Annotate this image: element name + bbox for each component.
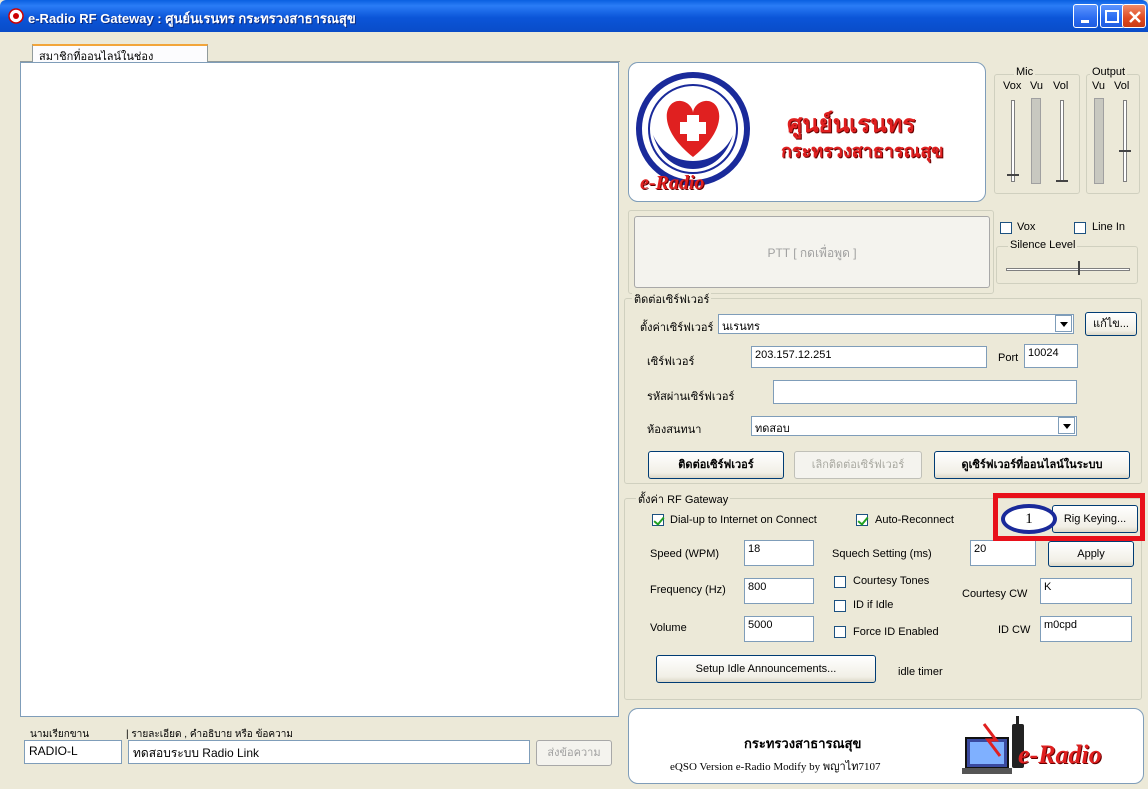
- silence-level-slider[interactable]: [1006, 268, 1130, 271]
- server-address-input[interactable]: 203.157.12.251: [751, 346, 987, 368]
- server-preset-select[interactable]: นเรนทร: [718, 314, 1074, 334]
- server-password-input[interactable]: [773, 380, 1077, 404]
- dialup-checkbox[interactable]: [652, 514, 664, 526]
- annotation-number-badge: 1: [1001, 504, 1057, 534]
- ptt-button[interactable]: PTT [ กดเพื่อพูด ]: [634, 216, 990, 288]
- output-vol-label: Vol: [1114, 80, 1130, 92]
- tab-online-members[interactable]: สมาชิกที่ออนไลน์ในช่อง: [32, 44, 208, 63]
- room-chevron-down-icon[interactable]: [1058, 417, 1075, 434]
- disconnect-server-button[interactable]: เลิกติดต่อเซิร์ฟเวอร์: [794, 451, 922, 479]
- silence-group: [996, 246, 1138, 284]
- dialup-label: Dial-up to Internet on Connect: [670, 514, 817, 526]
- volume-label: Volume: [650, 622, 687, 634]
- output-vu-label: Vu: [1092, 80, 1106, 92]
- room-select[interactable]: ทดสอบ: [751, 416, 1077, 436]
- minimize-icon: [1081, 20, 1089, 23]
- speed-label: Speed (WPM): [650, 548, 720, 560]
- output-volume-slider[interactable]: [1123, 100, 1127, 182]
- close-button[interactable]: [1122, 4, 1146, 28]
- silence-level-thumb[interactable]: [1074, 261, 1080, 275]
- idle-timer-label: idle timer: [898, 666, 943, 678]
- port-label: Port: [998, 352, 1019, 364]
- maximize-icon: [1105, 10, 1119, 23]
- logo-subtitle: กระทรวงสาธารณสุข: [781, 141, 944, 161]
- port-input[interactable]: 10024: [1024, 344, 1078, 368]
- courtesy-cw-input[interactable]: K: [1040, 578, 1132, 604]
- mic-vox-label: Vox: [1003, 80, 1022, 92]
- id-if-idle-label: ID if Idle: [853, 599, 894, 611]
- mic-label: Mic: [1014, 66, 1036, 78]
- id-cw-label: ID CW: [998, 624, 1031, 636]
- force-id-label: Force ID Enabled: [853, 626, 939, 638]
- courtesy-cw-label: Courtesy CW: [962, 588, 1028, 600]
- frequency-label: Frequency (Hz): [650, 584, 726, 596]
- output-label: Output: [1090, 66, 1128, 78]
- message-input[interactable]: ทดสอบระบบ Radio Link: [128, 740, 530, 764]
- footer-brand: e-Radio: [1018, 740, 1102, 769]
- linein-checkbox[interactable]: [1074, 222, 1086, 234]
- autoreconnect-label: Auto-Reconnect: [875, 514, 954, 526]
- vox-checkbox-label: Vox: [1017, 221, 1036, 233]
- server-password-label: รหัสผ่านเซิร์ฟเวอร์: [647, 391, 735, 403]
- callsign-input[interactable]: RADIO-L: [24, 740, 122, 764]
- rf-gateway-group-label: ตั้งค่า RF Gateway: [636, 490, 731, 508]
- chevron-down-icon[interactable]: [1055, 315, 1072, 332]
- volume-input[interactable]: 5000: [744, 616, 814, 642]
- mic-vu-label: Vu: [1030, 80, 1044, 92]
- id-if-idle-checkbox[interactable]: [834, 600, 846, 612]
- edit-server-button[interactable]: แก้ไข...: [1085, 312, 1137, 336]
- courtesy-tones-label: Courtesy Tones: [853, 575, 930, 587]
- members-tab-strip: สมาชิกที่ออนไลน์ในช่อง: [20, 38, 620, 63]
- logo-brand: e-Radio: [640, 172, 705, 194]
- room-label: ห้องสนทนา: [647, 424, 702, 436]
- members-list[interactable]: [20, 62, 619, 717]
- force-id-checkbox[interactable]: [834, 626, 846, 638]
- vox-checkbox[interactable]: [1000, 222, 1012, 234]
- view-online-servers-button[interactable]: ดูเซิร์ฟเวอร์ที่ออนไลน์ในระบบ: [934, 451, 1130, 479]
- squelch-label: Squech Setting (ms): [832, 548, 932, 560]
- title-bar[interactable]: e-Radio RF Gateway : ศูนย์นเรนทร กระทรวง…: [0, 0, 1148, 32]
- output-vu-meter: [1094, 98, 1104, 184]
- server-address-label: เซิร์ฟเวอร์: [647, 356, 695, 368]
- apply-button[interactable]: Apply: [1048, 541, 1134, 567]
- mic-volume-slider[interactable]: [1060, 100, 1064, 182]
- send-message-button[interactable]: ส่งข้อความ: [536, 740, 612, 766]
- server-group-label: ติดต่อเซิร์ฟเวอร์: [632, 290, 712, 308]
- frequency-input[interactable]: 800: [744, 578, 814, 604]
- preset-label: ตั้งค่าเซิร์ฟเวอร์: [640, 322, 714, 334]
- footer-version: eQSO Version e-Radio Modify by พญาไท7107: [670, 761, 881, 773]
- courtesy-tones-checkbox[interactable]: [834, 576, 846, 588]
- squelch-input[interactable]: 20: [970, 540, 1036, 566]
- setup-idle-announcements-button[interactable]: Setup Idle Announcements...: [656, 655, 876, 683]
- linein-checkbox-label: Line In: [1092, 221, 1126, 233]
- autoreconnect-checkbox[interactable]: [856, 514, 868, 526]
- close-icon: [1129, 11, 1141, 23]
- vox-slider-thumb[interactable]: [1007, 170, 1019, 176]
- app-icon: [8, 8, 24, 24]
- mic-volume-thumb[interactable]: [1056, 176, 1068, 182]
- footer-title: กระทรวงสาธารณสุข: [744, 736, 862, 751]
- id-cw-input[interactable]: m0cpd: [1040, 616, 1132, 642]
- minimize-button[interactable]: [1073, 4, 1098, 28]
- mic-vu-meter: [1031, 98, 1041, 184]
- output-volume-thumb[interactable]: [1119, 146, 1131, 152]
- silence-level-label: Silence Level: [1008, 239, 1078, 251]
- window-title: e-Radio RF Gateway : ศูนย์นเรนทร กระทรวง…: [28, 11, 356, 26]
- connect-server-button[interactable]: ติดต่อเซิร์ฟเวอร์: [648, 451, 784, 479]
- mic-vol-label: Vol: [1053, 80, 1069, 92]
- speed-input[interactable]: 18: [744, 540, 814, 566]
